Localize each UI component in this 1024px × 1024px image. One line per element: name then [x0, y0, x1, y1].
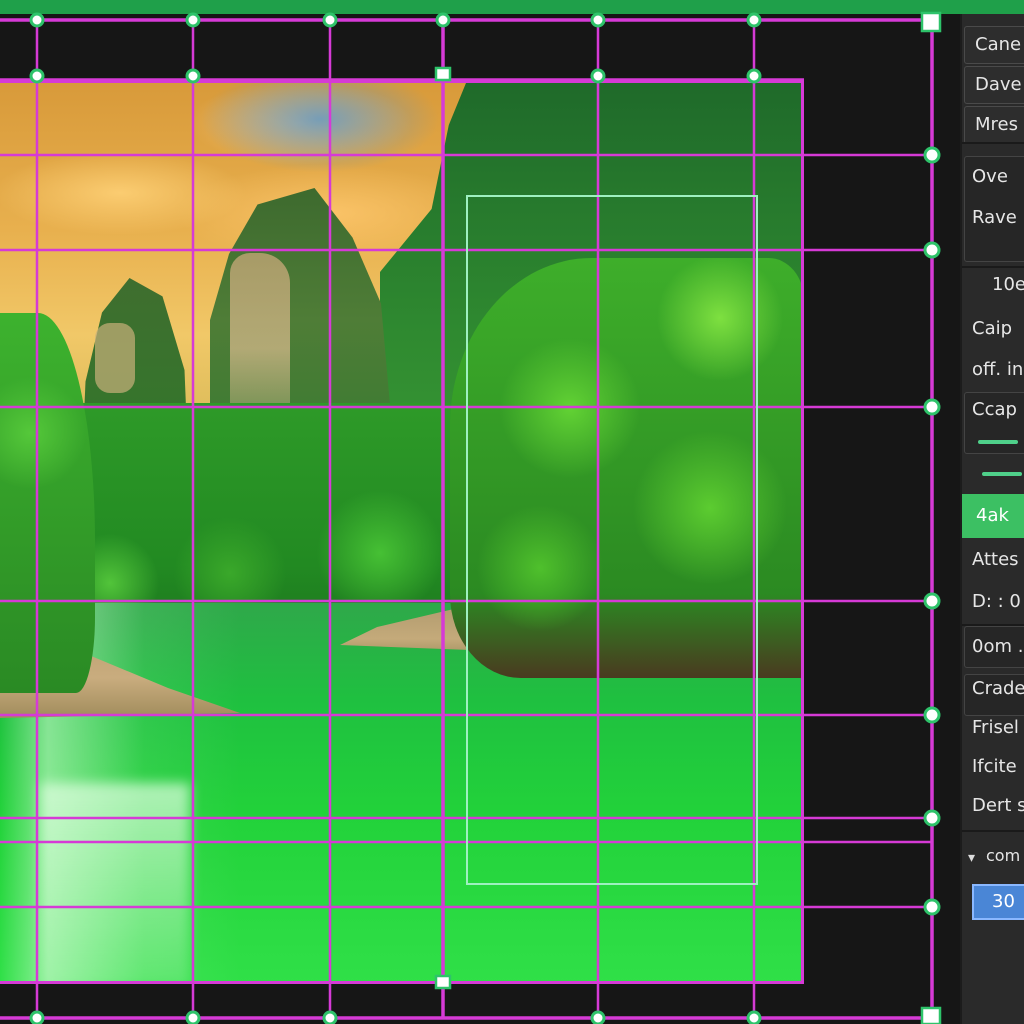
panel-button-2[interactable]: Dave [964, 66, 1024, 104]
panel-label-ccap[interactable]: Ccap [972, 399, 1017, 420]
panel-label-oom[interactable]: 0om . [972, 636, 1023, 657]
panel-button-3[interactable]: Mres [964, 106, 1024, 144]
panel-label-frisel[interactable]: Frisel [972, 717, 1019, 738]
panel-section-label[interactable]: com [986, 846, 1020, 865]
panel-button-1[interactable]: Cane [964, 26, 1024, 64]
panel-label-crade[interactable]: Crade [972, 678, 1024, 699]
panel-label-attes[interactable]: Attes [972, 549, 1019, 570]
resize-handle [29, 12, 45, 28]
panel-label-rave[interactable]: Rave [972, 207, 1017, 228]
panel-label-dert[interactable]: Dert s [972, 795, 1024, 816]
chevron-expand-icon[interactable]: ▾ [968, 850, 975, 866]
crop-grid-overlay[interactable] [0, 0, 960, 1024]
panel-slider-1[interactable] [978, 440, 1018, 444]
panel-label-d[interactable]: D: : 0 [972, 591, 1021, 612]
number-input[interactable]: 30 [972, 884, 1024, 920]
panel-label-ove[interactable]: Ove [972, 166, 1008, 187]
panel-label-caip[interactable]: Caip [972, 318, 1012, 339]
panel-divider [962, 142, 1024, 144]
panel-slider-2[interactable] [982, 472, 1022, 476]
properties-panel: Cane Dave Mres Ove Rave 10e Caip off. in… [962, 14, 1024, 1024]
panel-label-ifcite[interactable]: Ifcite [972, 756, 1017, 777]
panel-divider [962, 266, 1024, 268]
panel-divider [962, 830, 1024, 832]
panel-value: 10e [992, 274, 1024, 295]
panel-label-off[interactable]: off. in [972, 359, 1023, 380]
panel-active-item[interactable]: 4ak [962, 494, 1024, 538]
panel-active-label: 4ak [976, 505, 1009, 526]
